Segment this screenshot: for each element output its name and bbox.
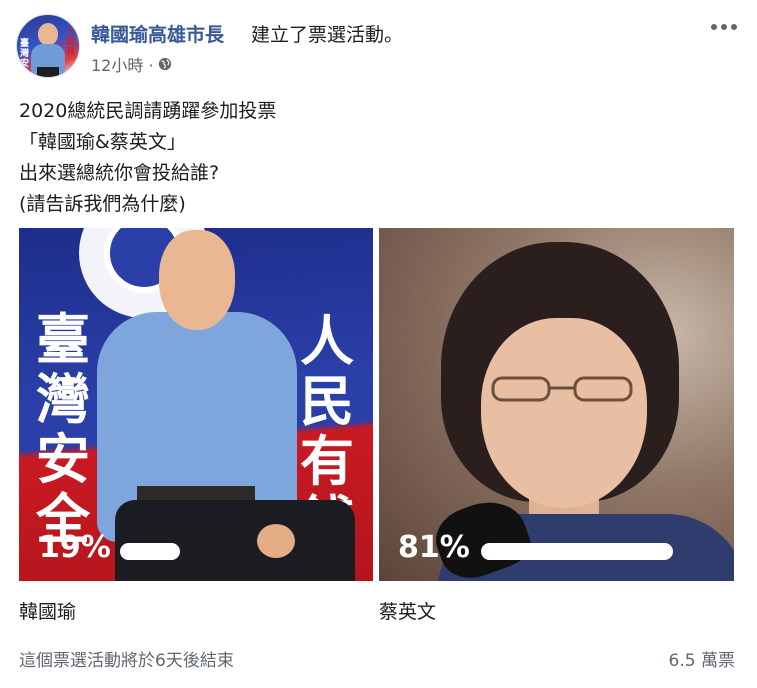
glasses bbox=[491, 376, 633, 402]
poll-option-han[interactable]: 臺灣安全 人民有錢 bbox=[19, 228, 373, 581]
dot bbox=[711, 24, 717, 30]
poll-percent-han: 19% bbox=[39, 530, 111, 565]
dot bbox=[721, 24, 727, 30]
post-text-line: 「韓國瑜&蔡英文」 bbox=[19, 131, 186, 153]
poll-vote-count[interactable]: 6.5 萬票 bbox=[669, 646, 735, 671]
post-text-line: 2020總統民調請踴躍參加投票 bbox=[19, 100, 277, 122]
page-avatar[interactable]: 臺灣安 人民有 bbox=[16, 14, 80, 78]
dot bbox=[731, 24, 737, 30]
avatar-legs bbox=[37, 67, 59, 77]
poll-bar-han bbox=[120, 543, 180, 560]
post-meta: 12小時 · bbox=[91, 52, 172, 76]
pants bbox=[115, 500, 355, 581]
page-name-link[interactable]: 韓國瑜高雄市長 bbox=[91, 20, 224, 47]
poll-option-label-tsai[interactable]: 蔡英文 bbox=[379, 597, 436, 624]
avatar-sign-left: 臺灣安 bbox=[20, 39, 30, 69]
poll-bar-tsai bbox=[481, 543, 673, 560]
post-text-line: 出來選總統你會投給誰? bbox=[19, 162, 220, 184]
poll-end-notice: 這個票選活動將於6天後結束 bbox=[19, 651, 234, 671]
head bbox=[159, 230, 235, 330]
more-dots-icon[interactable] bbox=[711, 18, 737, 36]
poll-post: 臺灣安 人民有 韓國瑜高雄市長 建立了票選活動。 12小時 · 2020總統民調… bbox=[0, 0, 757, 688]
avatar-head bbox=[38, 23, 58, 45]
banner-text-left: 臺灣安全 bbox=[36, 308, 90, 551]
post-timestamp[interactable]: 12小時 · bbox=[91, 52, 154, 76]
poll-percent-tsai: 81% bbox=[398, 530, 470, 565]
belt bbox=[137, 486, 255, 500]
post-text-line: (請告訴我們為什麼) bbox=[19, 193, 186, 215]
globe-icon[interactable] bbox=[158, 57, 172, 71]
avatar-sign-right: 人民有 bbox=[66, 27, 76, 57]
hand bbox=[257, 524, 295, 558]
poll-option-label-han[interactable]: 韓國瑜 bbox=[19, 597, 76, 624]
poll-option-tsai[interactable] bbox=[379, 228, 734, 581]
post-action-text: 建立了票選活動。 bbox=[251, 24, 404, 46]
face bbox=[481, 318, 647, 508]
